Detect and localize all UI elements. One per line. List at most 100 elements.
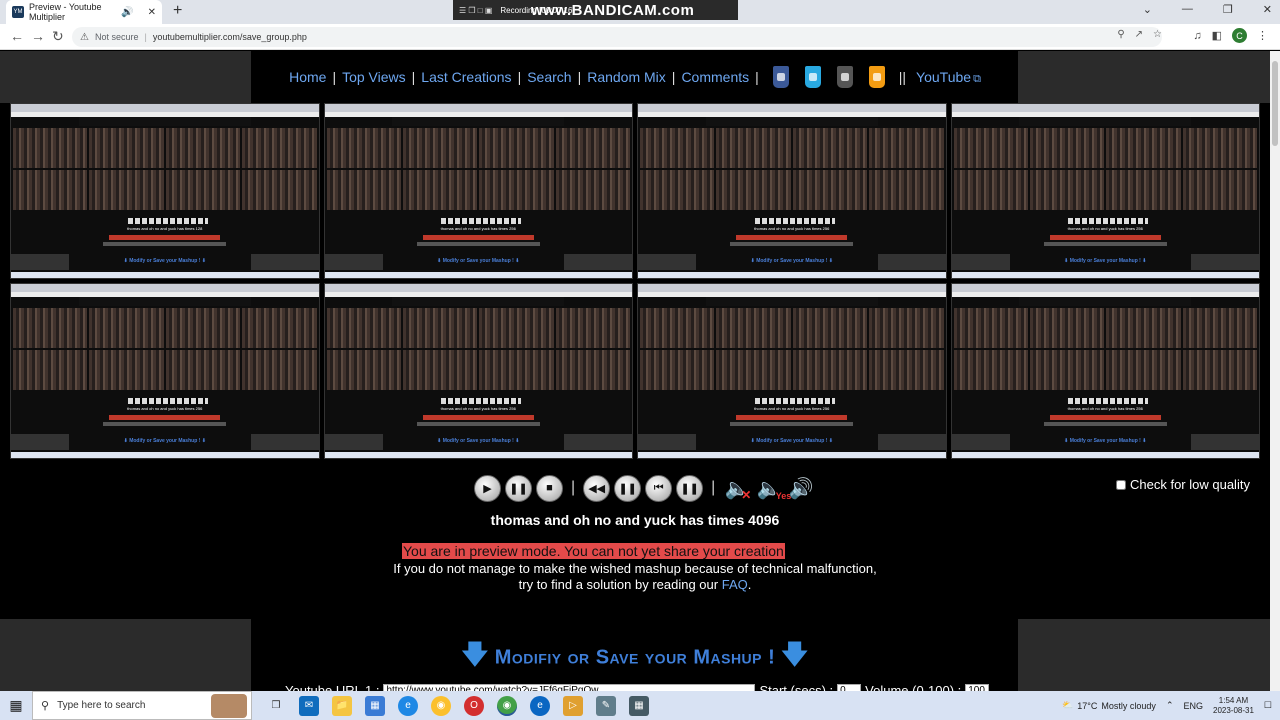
zoom-icon[interactable]: ⚲ xyxy=(1117,29,1124,40)
thumb-nav xyxy=(392,297,565,306)
mail-icon[interactable]: ✉ xyxy=(299,695,319,716)
media-control-icon[interactable]: ♫ xyxy=(1193,30,1201,42)
digg-icon[interactable] xyxy=(836,66,853,88)
low-quality-toggle[interactable]: Check for low quality xyxy=(1116,477,1250,492)
maximize-icon[interactable]: ❐ xyxy=(1223,3,1233,16)
nav-random-mix[interactable]: Random Mix xyxy=(587,69,666,85)
video-thumbnail[interactable]: thomas and oh no and yuck has times 256 ⬇… xyxy=(950,103,1260,279)
low-quality-checkbox[interactable] xyxy=(1116,479,1126,490)
volume-input[interactable] xyxy=(965,683,990,691)
pause-all-icon[interactable]: ❚❚ xyxy=(614,474,642,502)
video-thumbnail[interactable]: thomas and oh no and yuck has times 256 ⬇… xyxy=(637,283,947,459)
url-bar[interactable]: ⚠ Not secure | youtubemultiplier.com/sav… xyxy=(72,27,1162,47)
notification-icon[interactable]: ☐ xyxy=(1264,700,1272,711)
bookmark-star-icon[interactable]: ☆ xyxy=(1153,29,1162,40)
thumb-cell xyxy=(1029,350,1105,390)
help-line-2: try to find a solution by reading our FA… xyxy=(0,577,1270,593)
thumb-cell xyxy=(953,308,1028,348)
nav-top-views[interactable]: Top Views xyxy=(342,69,406,85)
rewind-icon[interactable]: ◀◀ xyxy=(583,474,611,502)
close-window-icon[interactable]: ✕ xyxy=(1263,3,1272,16)
thumb-cell xyxy=(89,308,164,348)
profile-avatar[interactable]: C xyxy=(1232,28,1247,43)
pause-secondary-icon[interactable]: ❚❚ xyxy=(676,474,704,502)
arrow-down-icon: 🡇 xyxy=(781,639,809,669)
faq-link[interactable]: FAQ xyxy=(722,577,748,592)
calculator-icon[interactable]: ▦ xyxy=(629,695,649,716)
video-thumbnail[interactable]: thomas and oh no and yuck has times 256 ⬇… xyxy=(637,103,947,279)
mute-icon[interactable]: 🔈 ✕ xyxy=(723,474,751,503)
notes-app-icon[interactable]: ✎ xyxy=(596,695,616,716)
edge-icon[interactable]: e xyxy=(398,695,418,716)
thumb-modify: ⬇ Modify or Save your Mashup ! ⬇ xyxy=(123,438,206,444)
file-explorer-icon[interactable]: 📁 xyxy=(332,695,352,716)
nav-home[interactable]: Home xyxy=(289,69,326,85)
modify-heading-text: Modifiy or Save your Mashup ! xyxy=(494,646,776,669)
minimize-icon[interactable]: — xyxy=(1182,3,1193,16)
thumb-nav xyxy=(705,297,878,306)
thumb-title: thomas and oh no and yuck has times 256 xyxy=(1067,226,1143,231)
browser-tab[interactable]: YM Preview - Youtube Multiplier 🔊 ✕ xyxy=(6,0,162,24)
rss-icon[interactable] xyxy=(868,66,885,88)
taskbar-search[interactable]: ⚲ Type here to search xyxy=(32,691,252,720)
video-thumbnail[interactable]: thomas and oh no and yuck has times 256 ⬇… xyxy=(323,283,633,459)
video-thumbnail[interactable]: thomas and oh no and yuck has times 128 ⬇… xyxy=(10,103,320,279)
tab-audio-icon[interactable]: 🔊 xyxy=(114,0,142,26)
thumb-cell xyxy=(640,350,715,390)
thumb-title: thomas and oh no and yuck has times 256 xyxy=(1067,406,1143,411)
chrome-icon[interactable]: ◉ xyxy=(431,695,451,716)
thumb-cell xyxy=(640,128,715,168)
language-indicator[interactable]: ENG xyxy=(1183,701,1203,711)
thumb-cell xyxy=(792,350,868,390)
mute-yes-icon[interactable]: 🔈 Yes xyxy=(755,474,791,502)
thumb-modify: ⬇ Modify or Save your Mashup ! ⬇ xyxy=(750,258,833,264)
side-panel-icon[interactable]: ◧ xyxy=(1212,29,1222,42)
thumb-cell xyxy=(953,170,1028,210)
tray-chevron-icon[interactable]: ⌃ xyxy=(1166,700,1174,711)
edge-dev-icon[interactable]: e xyxy=(530,695,550,716)
clock[interactable]: 1:54 AM 2023-08-31 xyxy=(1213,696,1254,716)
task-view-icon[interactable]: ❒ xyxy=(266,696,286,716)
page-scrollbar[interactable] xyxy=(1270,51,1280,691)
stop-icon[interactable]: ■ xyxy=(536,474,563,502)
back-icon[interactable]: ← xyxy=(10,28,24,44)
menu-kebab-icon[interactable]: ⋮ xyxy=(1257,29,1268,42)
bandicam-app-icon[interactable]: ▷ xyxy=(563,695,583,716)
play-icon[interactable]: ▶ xyxy=(474,474,501,502)
tab-search-icon[interactable]: ⌄ xyxy=(1143,3,1152,16)
twitter-icon[interactable] xyxy=(804,66,821,88)
new-tab-button[interactable]: + xyxy=(173,2,182,20)
nav-comments[interactable]: Comments xyxy=(681,69,749,85)
facebook-icon[interactable] xyxy=(772,66,789,88)
pause-icon[interactable]: ❚❚ xyxy=(505,474,532,502)
help-line-1: If you do not manage to make the wished … xyxy=(393,561,877,576)
nav-last-creations[interactable]: Last Creations xyxy=(421,69,511,85)
opera-icon[interactable]: O xyxy=(464,695,484,716)
youtube-url-input[interactable] xyxy=(383,683,756,691)
share-icon[interactable]: ↗ xyxy=(1135,29,1143,40)
favicon-icon: YM xyxy=(12,6,24,18)
security-warning-icon[interactable]: ⚠ xyxy=(80,32,89,43)
forward-icon[interactable]: → xyxy=(31,28,45,44)
volume-on-icon[interactable]: 🔊 xyxy=(787,474,815,502)
chrome-active-icon[interactable]: ◉ xyxy=(497,695,517,716)
reload-icon[interactable]: ↻ xyxy=(52,28,64,45)
windows-start-icon[interactable]: ▦ xyxy=(0,691,32,720)
thumb-tab-bar xyxy=(11,104,319,112)
thumb-taskbar xyxy=(638,452,946,458)
video-thumbnail[interactable]: thomas and oh no and yuck has times 256 ⬇… xyxy=(950,283,1260,459)
nav-youtube[interactable]: YouTube ⧉ xyxy=(916,69,981,86)
skip-back-icon[interactable]: ⏮ xyxy=(645,474,673,502)
weather-widget[interactable]: ⛅ 17°C Mostly cloudy xyxy=(1062,700,1156,711)
thumb-title: thomas and oh no and yuck has times 256 xyxy=(754,406,830,411)
tab-close-icon[interactable]: ✕ xyxy=(148,7,156,18)
video-thumbnail[interactable]: thomas and oh no and yuck has times 256 ⬇… xyxy=(323,103,633,279)
nav-search[interactable]: Search xyxy=(527,69,571,85)
scrollbar-thumb[interactable] xyxy=(1272,61,1278,146)
calendar-icon[interactable]: ▦ xyxy=(365,695,385,716)
thumb-cell xyxy=(1182,308,1257,348)
video-thumbnail[interactable]: thomas and oh no and yuck has times 256 ⬇… xyxy=(10,283,320,459)
start-seconds-input[interactable] xyxy=(837,683,862,691)
recorder-controls-icon[interactable]: ☰ ❒ □ ▣ xyxy=(459,6,492,15)
thumb-cell xyxy=(1029,170,1105,210)
